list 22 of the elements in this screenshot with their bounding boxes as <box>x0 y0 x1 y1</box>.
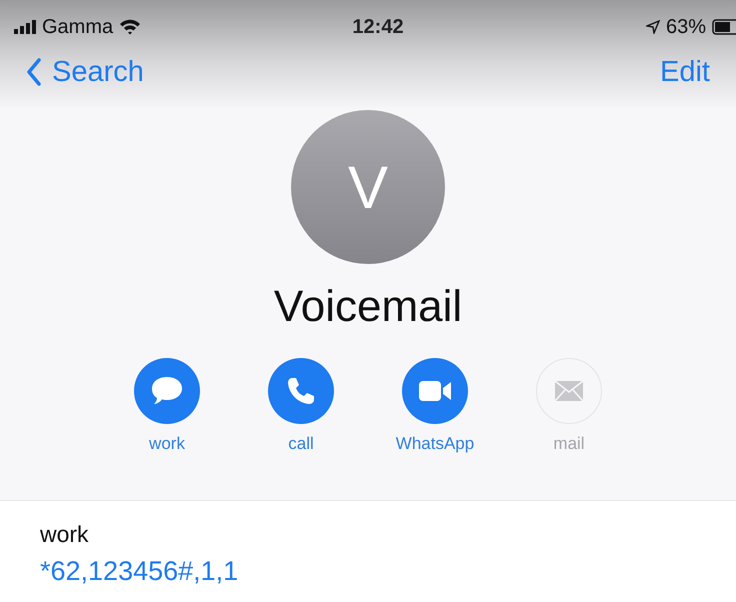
battery-percent: 63% <box>666 16 706 38</box>
phone-label: work <box>40 521 90 548</box>
action-label: mail <box>553 434 585 454</box>
carrier-name: Gamma <box>42 16 114 38</box>
location-icon <box>646 20 660 34</box>
contact-name: Voicemail <box>274 282 462 332</box>
back-button[interactable]: Search <box>14 56 144 88</box>
battery-icon <box>712 19 736 35</box>
wifi-icon <box>119 19 142 35</box>
edit-button[interactable]: Edit <box>648 56 710 88</box>
envelope-icon <box>555 381 583 401</box>
chevron-left-icon <box>26 58 42 86</box>
status-time: 12:42 <box>352 16 404 38</box>
contact-avatar: V <box>291 110 445 264</box>
phone-number-link[interactable]: *62,123456#,1,1 <box>40 556 696 587</box>
action-label: WhatsApp <box>396 434 474 454</box>
video-camera-icon <box>418 380 452 402</box>
phone-icon <box>286 376 316 406</box>
signal-icon <box>14 20 36 34</box>
action-label: work <box>149 434 185 454</box>
speech-bubble-icon <box>150 375 184 407</box>
action-label: call <box>288 434 314 454</box>
